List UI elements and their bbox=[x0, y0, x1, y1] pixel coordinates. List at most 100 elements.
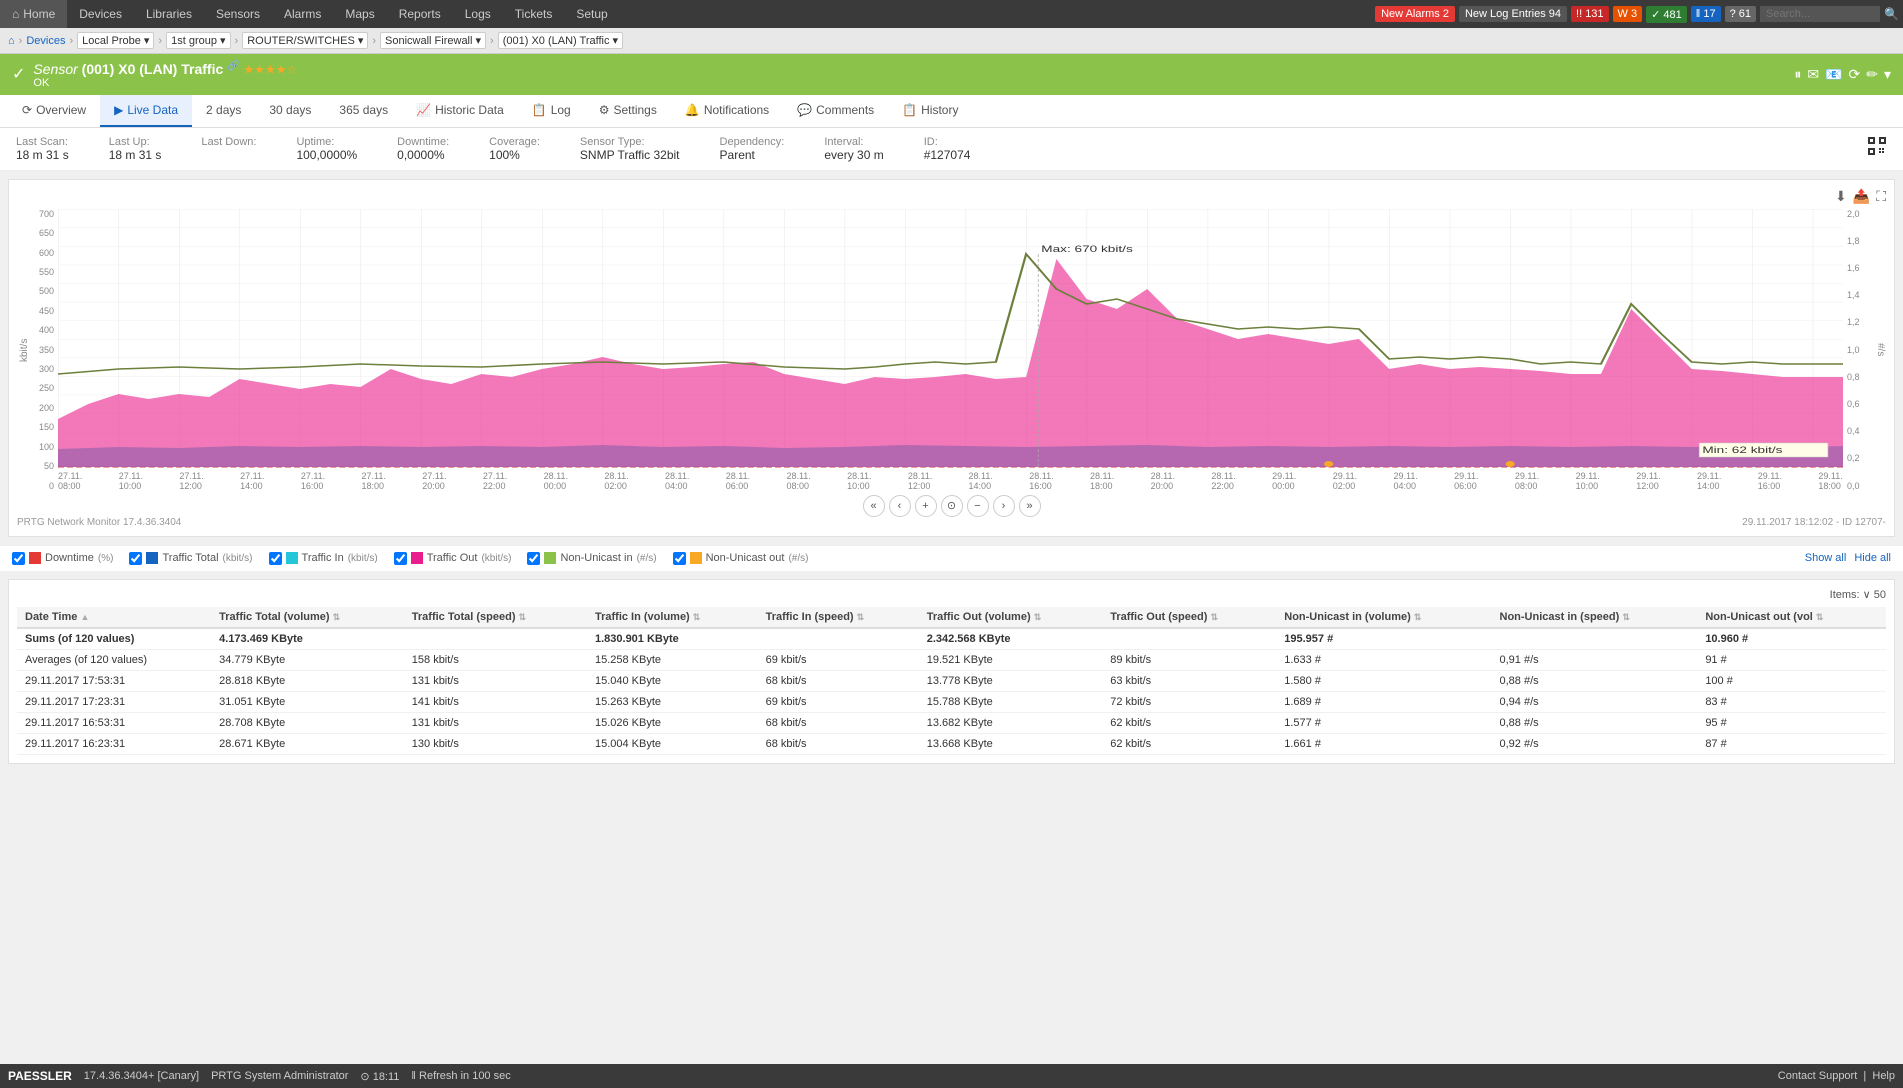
new-alarms-badge[interactable]: New Alarms 2 bbox=[1375, 6, 1455, 22]
new-log-entries-badge[interactable]: New Log Entries 94 bbox=[1459, 6, 1567, 22]
sensor-link-icon[interactable]: 🔗 bbox=[227, 60, 239, 71]
historic-data-icon: 📈 bbox=[416, 103, 431, 117]
col-tt-vol[interactable]: Traffic Total (volume) ⇅ bbox=[211, 607, 404, 628]
legend-downtime: Downtime (%) bbox=[12, 552, 113, 565]
breadcrumb-router-dropdown[interactable]: ROUTER/SWITCHES ▾ bbox=[242, 32, 368, 49]
download-icon[interactable]: ⬇ bbox=[1835, 188, 1847, 205]
refresh-icon[interactable]: ⟳ bbox=[1849, 66, 1861, 83]
nav-tickets[interactable]: Tickets bbox=[503, 0, 565, 28]
chart-nav-zoom-in[interactable]: + bbox=[915, 495, 937, 517]
legend-traffic-out-color bbox=[411, 552, 423, 564]
chart-nav-center[interactable]: ⊙ bbox=[941, 495, 963, 517]
sensor-title-area: ✓ Sensor (001) X0 (LAN) Traffic 🔗 ★★★★☆ … bbox=[12, 60, 297, 89]
legend-non-unicast-in-color bbox=[544, 552, 556, 564]
tab-comments[interactable]: 💬 Comments bbox=[783, 95, 888, 127]
y-axis-right-label: #/s bbox=[1873, 209, 1886, 491]
notifications-icon: 🔔 bbox=[685, 103, 700, 117]
y-axis-left-label: kbit/s bbox=[17, 209, 30, 491]
table-header-row: Date Time ▲ Traffic Total (volume) ⇅ Tra… bbox=[17, 607, 1886, 628]
chart-nav-last[interactable]: » bbox=[1019, 495, 1041, 517]
badge-critical[interactable]: !! 131 bbox=[1571, 6, 1609, 22]
nav-devices[interactable]: Devices bbox=[67, 0, 134, 28]
breadcrumb-probe-dropdown[interactable]: Local Probe ▾ bbox=[77, 32, 154, 49]
nav-maps[interactable]: Maps bbox=[333, 0, 386, 28]
nav-logs[interactable]: Logs bbox=[453, 0, 503, 28]
data-table-container: Items: ∨ 50 Date Time ▲ Traffic Total (v… bbox=[8, 579, 1895, 764]
tab-365days[interactable]: 365 days bbox=[325, 95, 402, 127]
nav-alarms[interactable]: Alarms bbox=[272, 0, 333, 28]
badge-unknown[interactable]: ? 61 bbox=[1725, 6, 1756, 22]
table-row: 29.11.2017 16:23:31 28.671 KByte 130 kbi… bbox=[17, 733, 1886, 754]
overview-icon: ⟳ bbox=[22, 103, 32, 117]
nav-libraries[interactable]: Libraries bbox=[134, 0, 204, 28]
badge-warning[interactable]: W 3 bbox=[1613, 6, 1643, 22]
email-icon[interactable]: 📧 bbox=[1825, 66, 1842, 83]
chart-nav-zoom-out[interactable]: − bbox=[967, 495, 989, 517]
nav-home[interactable]: ⌂ Home bbox=[0, 0, 67, 28]
help-link[interactable]: Help bbox=[1872, 1070, 1895, 1082]
legend-traffic-out-checkbox[interactable] bbox=[394, 552, 407, 565]
col-ti-speed[interactable]: Traffic In (speed) ⇅ bbox=[758, 607, 919, 628]
legend-non-unicast-in-checkbox[interactable] bbox=[527, 552, 540, 565]
tab-history[interactable]: 📋 History bbox=[888, 95, 972, 127]
tab-live-data[interactable]: ▶ Live Data bbox=[100, 95, 192, 127]
tab-overview[interactable]: ⟳ Overview bbox=[8, 95, 100, 127]
col-nui-speed[interactable]: Non-Unicast in (speed) ⇅ bbox=[1492, 607, 1698, 628]
breadcrumb-devices[interactable]: Devices bbox=[26, 35, 65, 47]
tab-log[interactable]: 📋 Log bbox=[518, 95, 585, 127]
legend-links: Show all Hide all bbox=[1805, 552, 1891, 564]
badge-info[interactable]: ‖ 17 bbox=[1691, 6, 1721, 22]
col-nui-vol[interactable]: Non-Unicast in (volume) ⇅ bbox=[1276, 607, 1491, 628]
contact-support-link[interactable]: Contact Support bbox=[1778, 1070, 1858, 1082]
col-ti-vol[interactable]: Traffic In (volume) ⇅ bbox=[587, 607, 758, 628]
col-to-speed[interactable]: Traffic Out (speed) ⇅ bbox=[1102, 607, 1276, 628]
legend-downtime-checkbox[interactable] bbox=[12, 552, 25, 565]
breadcrumb-firewall-dropdown[interactable]: Sonicwall Firewall ▾ bbox=[380, 32, 486, 49]
legend-traffic-total: Traffic Total (kbit/s) bbox=[129, 552, 252, 565]
tab-notifications[interactable]: 🔔 Notifications bbox=[671, 95, 783, 127]
col-tt-speed[interactable]: Traffic Total (speed) ⇅ bbox=[404, 607, 587, 628]
edit-icon[interactable]: ✏ bbox=[1866, 66, 1878, 83]
pause-icon[interactable]: ⏸ bbox=[1794, 66, 1801, 83]
show-all-link[interactable]: Show all bbox=[1805, 552, 1847, 564]
badge-ok[interactable]: ✓ 481 bbox=[1646, 6, 1687, 23]
col-to-vol[interactable]: Traffic Out (volume) ⇅ bbox=[919, 607, 1102, 628]
stat-sensor-type: Sensor Type: SNMP Traffic 32bit bbox=[580, 136, 680, 162]
more-icon[interactable]: ▾ bbox=[1884, 66, 1891, 83]
stat-last-down: Last Down: bbox=[201, 136, 256, 148]
chart-nav-first[interactable]: « bbox=[863, 495, 885, 517]
legend-non-unicast-out-checkbox[interactable] bbox=[673, 552, 686, 565]
sensor-stars[interactable]: ★★★★☆ bbox=[243, 63, 297, 77]
chart-footer: PRTG Network Monitor 17.4.36.3404 29.11.… bbox=[17, 517, 1886, 528]
nav-right-area: New Alarms 2 New Log Entries 94 !! 131 W… bbox=[1375, 6, 1903, 23]
breadcrumb-home[interactable]: ⌂ bbox=[8, 35, 15, 47]
qr-code-icon[interactable] bbox=[1867, 136, 1887, 159]
nav-setup[interactable]: Setup bbox=[564, 0, 619, 28]
legend-traffic-out: Traffic Out (kbit/s) bbox=[394, 552, 512, 565]
acknowledge-icon[interactable]: ✉ bbox=[1807, 66, 1819, 83]
table-row: 29.11.2017 17:53:31 28.818 KByte 131 kbi… bbox=[17, 670, 1886, 691]
sensor-header: ✓ Sensor (001) X0 (LAN) Traffic 🔗 ★★★★☆ … bbox=[0, 54, 1903, 95]
export-icon[interactable]: 📤 bbox=[1853, 188, 1870, 205]
hide-all-link[interactable]: Hide all bbox=[1854, 552, 1891, 564]
tab-historic-data[interactable]: 📈 Historic Data bbox=[402, 95, 518, 127]
tab-settings[interactable]: ⚙ Settings bbox=[585, 95, 671, 127]
col-nuo-vol[interactable]: Non-Unicast out (vol ⇅ bbox=[1697, 607, 1886, 628]
breadcrumb-group-dropdown[interactable]: 1st group ▾ bbox=[166, 32, 230, 49]
chart-nav-next[interactable]: › bbox=[993, 495, 1015, 517]
legend-traffic-total-checkbox[interactable] bbox=[129, 552, 142, 565]
search-icon[interactable]: 🔍 bbox=[1884, 7, 1899, 21]
legend-traffic-in-checkbox[interactable] bbox=[269, 552, 282, 565]
nav-sensors[interactable]: Sensors bbox=[204, 0, 272, 28]
search-input[interactable] bbox=[1760, 6, 1880, 22]
fullscreen-icon[interactable]: ⛶ bbox=[1876, 188, 1886, 205]
tab-2days[interactable]: 2 days bbox=[192, 95, 255, 127]
version-info: 17.4.36.3404+ [Canary] bbox=[84, 1070, 199, 1082]
breadcrumb-sensor-dropdown[interactable]: (001) X0 (LAN) Traffic ▾ bbox=[498, 32, 623, 49]
col-datetime[interactable]: Date Time ▲ bbox=[17, 607, 211, 628]
chart-nav-prev[interactable]: ‹ bbox=[889, 495, 911, 517]
legend-downtime-color bbox=[29, 552, 41, 564]
nav-reports[interactable]: Reports bbox=[387, 0, 453, 28]
tab-30days[interactable]: 30 days bbox=[255, 95, 325, 127]
legend-non-unicast-in: Non-Unicast in (#/s) bbox=[527, 552, 656, 565]
